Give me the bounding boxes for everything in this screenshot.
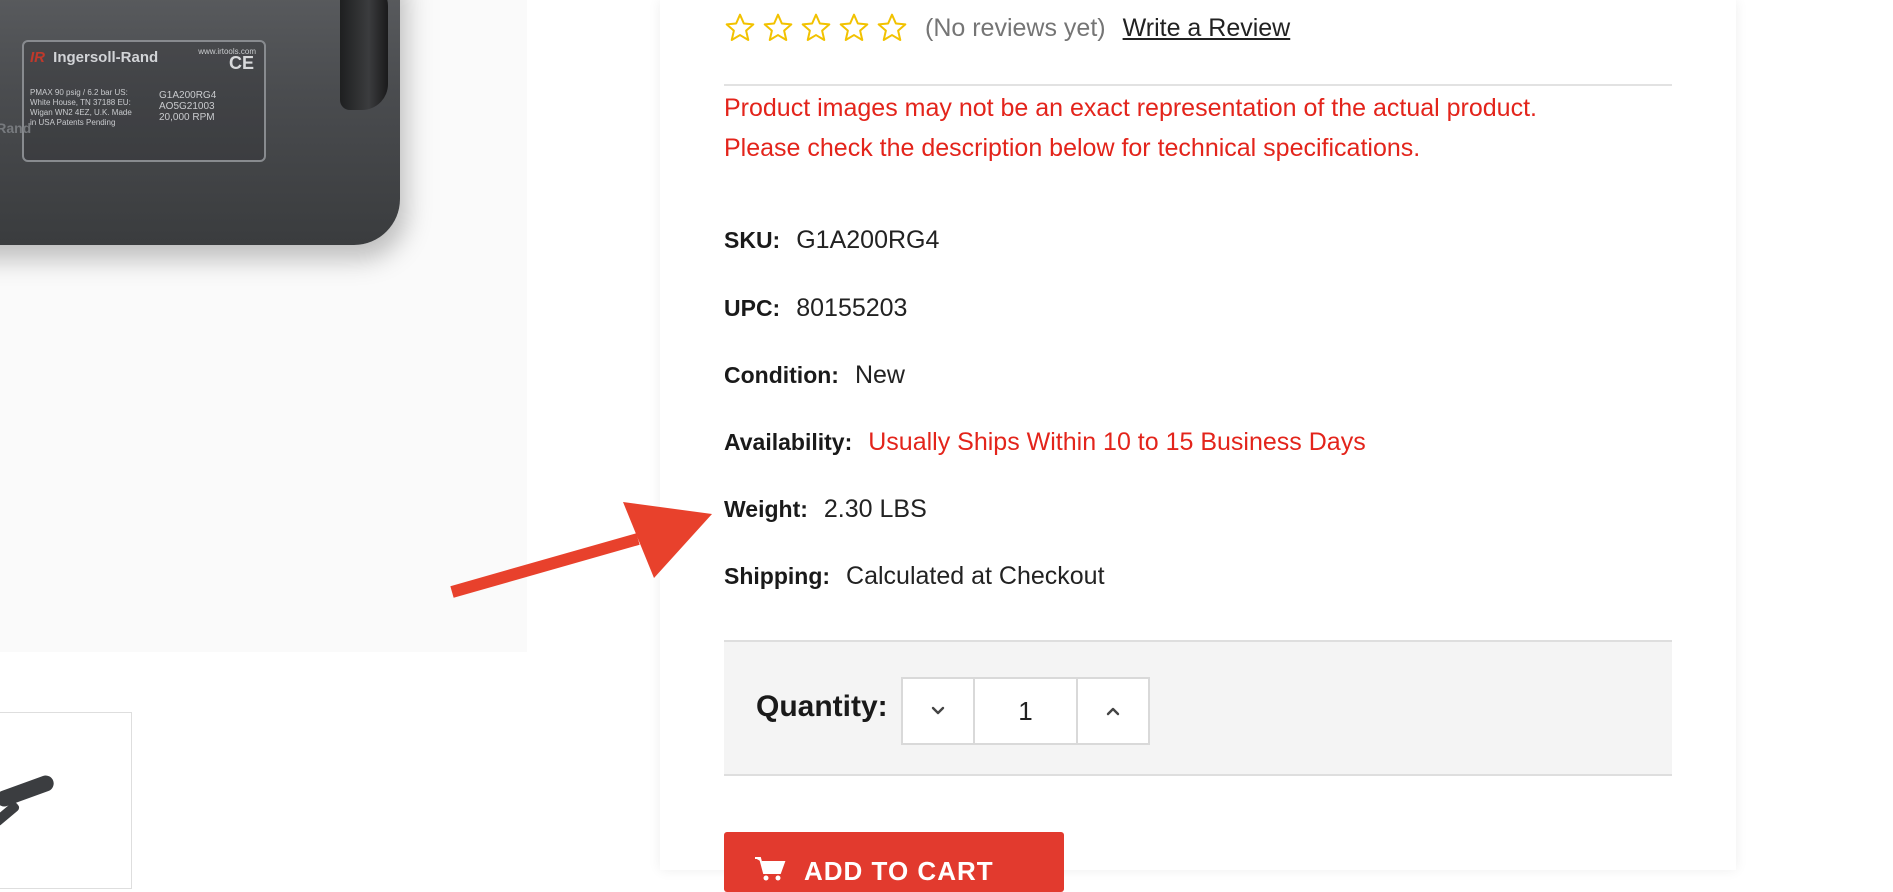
spec-label: Availability: <box>724 428 853 455</box>
star-icon[interactable] <box>876 12 908 44</box>
tool-side-text: IR ollRand <box>0 120 32 136</box>
spec-row-condition: Condition: New <box>724 358 905 392</box>
star-rating[interactable] <box>724 12 908 44</box>
spec-label: SKU: <box>724 226 781 253</box>
spec-row-weight: Weight: 2.30 LBS <box>724 492 927 526</box>
spec-label: Condition: <box>724 361 839 388</box>
plate-model-line: AO5G21003 <box>159 101 215 112</box>
spec-row-upc: UPC: 80155203 <box>724 291 907 325</box>
chevron-up-icon <box>1106 707 1120 716</box>
brand-logo: IR Ingersoll-Rand <box>30 49 159 66</box>
quantity-increment-button[interactable] <box>1076 679 1148 743</box>
upc-value: 80155203 <box>796 293 908 322</box>
plate-model-line: G1A200RG4 <box>159 90 217 101</box>
spec-label: Weight: <box>724 495 808 522</box>
disclaimer-line: Product images may not be an exact repre… <box>724 94 1537 122</box>
quantity-panel: Quantity: <box>724 640 1672 776</box>
shipping-value: Calculated at Checkout <box>846 561 1105 590</box>
quantity-stepper <box>901 677 1150 745</box>
weight-value: 2.30 LBS <box>823 494 927 523</box>
spec-row-shipping: Shipping: Calculated at Checkout <box>724 559 1105 593</box>
star-icon[interactable] <box>838 12 870 44</box>
tool-nose <box>340 0 388 110</box>
star-icon[interactable] <box>800 12 832 44</box>
sku-value: G1A200RG4 <box>796 225 940 254</box>
write-review-link[interactable]: Write a Review <box>1123 14 1291 43</box>
spec-label: UPC: <box>724 294 781 321</box>
reviews-count-text: (No reviews yet) <box>925 13 1106 42</box>
spec-row-availability: Availability: Usually Ships Within 10 to… <box>724 425 1366 459</box>
add-to-cart-button[interactable]: ADD TO CART <box>724 832 1064 892</box>
quantity-decrement-button[interactable] <box>903 679 975 743</box>
condition-value: New <box>854 360 905 389</box>
plate-spec-text: PMAX 90 psig / 6.2 bar US: White House, … <box>30 88 132 127</box>
star-icon[interactable] <box>724 12 756 44</box>
product-photo-die-grinder: IR Ingersoll-Rand www.irtools.com CE PMA… <box>0 0 400 245</box>
thumbnail-tool-image <box>0 773 56 809</box>
brand-mark: IR <box>30 49 45 66</box>
rating-row: (No reviews yet) Write a Review <box>724 10 1290 46</box>
chevron-down-icon <box>931 706 945 715</box>
divider <box>724 84 1672 86</box>
spec-row-sku: SKU: G1A200RG4 <box>724 223 939 257</box>
product-image-panel[interactable]: IR Ingersoll-Rand www.irtools.com CE PMA… <box>0 0 527 652</box>
plate-model-text: G1A200RG4 AO5G21003 20,000 RPM <box>159 90 216 123</box>
add-to-cart-label: ADD TO CART <box>804 856 994 886</box>
cart-icon <box>755 857 786 881</box>
image-disclaimer: Product images may not be an exact repre… <box>724 88 1704 168</box>
availability-value: Usually Ships Within 10 to 15 Business D… <box>868 427 1366 456</box>
quantity-input[interactable] <box>975 679 1076 743</box>
brand-name: Ingersoll-Rand <box>53 49 159 66</box>
ce-mark: CE <box>228 53 254 73</box>
disclaimer-line: Please check the description below for t… <box>724 134 1421 162</box>
star-icon[interactable] <box>762 12 794 44</box>
product-thumbnail[interactable] <box>0 712 132 889</box>
spec-label: Shipping: <box>724 562 831 589</box>
quantity-label: Quantity: <box>756 690 888 723</box>
tool-nameplate: IR Ingersoll-Rand www.irtools.com CE PMA… <box>22 40 266 162</box>
plate-model-line: 20,000 RPM <box>159 112 215 123</box>
